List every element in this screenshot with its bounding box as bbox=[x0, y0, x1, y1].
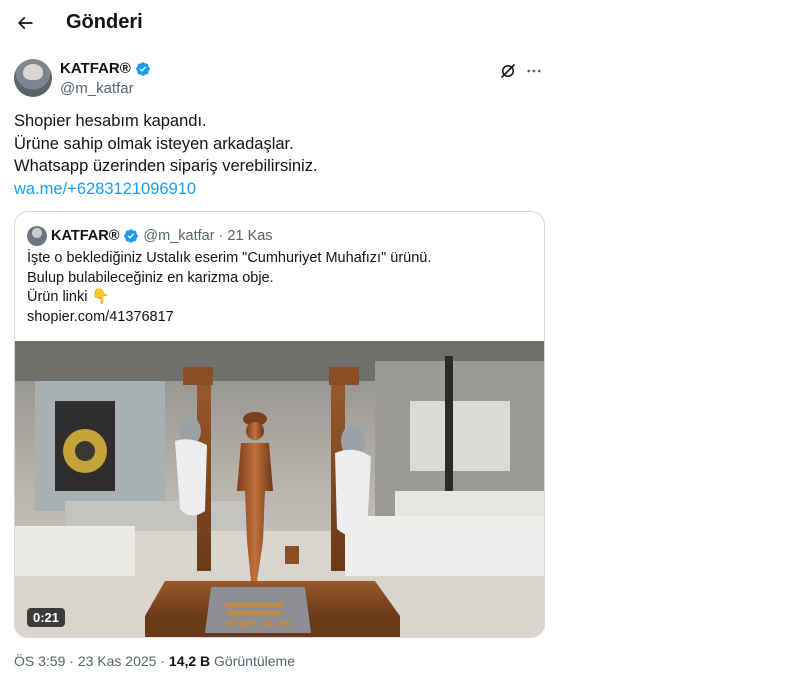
quoted-author-handle: @m_katfar bbox=[143, 228, 215, 244]
quoted-post-header: KATFAR® @m_katfar · 21 Kas bbox=[27, 225, 273, 247]
top-bar: Gönderi bbox=[0, 0, 560, 48]
quoted-text-line: Ürün linki 👇 bbox=[27, 289, 110, 305]
quoted-post-date: 21 Kas bbox=[227, 228, 273, 244]
grok-button[interactable] bbox=[497, 60, 519, 82]
page-title: Gönderi bbox=[66, 11, 143, 33]
verified-badge-icon bbox=[135, 61, 150, 76]
meta-separator: · bbox=[69, 653, 74, 669]
quoted-text-line: Bulup bulabileceğiniz en karizma obje. bbox=[27, 269, 274, 286]
more-options-button[interactable] bbox=[523, 60, 545, 82]
grok-icon bbox=[501, 64, 515, 78]
post-text-line: Ürüne sahip olmak isteyen arkadaşlar. bbox=[14, 134, 294, 153]
whatsapp-link[interactable]: wa.me/+6283121096910 bbox=[14, 178, 545, 201]
video-thumbnail[interactable]: BEDEL OLUR 0:21 bbox=[15, 341, 544, 637]
meta-separator: · bbox=[218, 228, 224, 244]
views-label: Görüntüleme bbox=[214, 653, 295, 669]
post-meta: ÖS 3:59 · 23 Kas 2025 · 14,2 B Görüntüle… bbox=[14, 653, 295, 669]
author-name-row: KATFAR® bbox=[60, 60, 151, 77]
quoted-author-name: KATFAR® bbox=[51, 228, 120, 244]
views-count: 14,2 B bbox=[168, 653, 211, 669]
post-text: Shopier hesabım kapandı. Ürüne sahip olm… bbox=[14, 110, 545, 200]
meta-separator: · bbox=[160, 653, 166, 669]
verified-badge-icon bbox=[124, 229, 139, 243]
author-name[interactable]: KATFAR® bbox=[60, 60, 131, 77]
post-date[interactable]: 23 Kas 2025 bbox=[78, 653, 157, 669]
video-frame-image: BEDEL OLUR bbox=[15, 341, 544, 637]
post-text-line: Shopier hesabım kapandı. bbox=[14, 112, 207, 130]
quoted-post-text: İşte o beklediğiniz Ustalık eserim "Cumh… bbox=[27, 249, 532, 327]
plaque-text: BEDEL OLUR bbox=[226, 619, 292, 630]
post-time[interactable]: ÖS 3:59 bbox=[14, 653, 65, 669]
quoted-link-text: shopier.com/41376817 bbox=[27, 308, 174, 325]
post-text-line: Whatsapp üzerinden sipariş verebilirsini… bbox=[14, 157, 318, 175]
quoted-avatar bbox=[27, 226, 47, 246]
more-horizontal-icon bbox=[527, 69, 541, 73]
post-author: KATFAR® @m_katfar bbox=[14, 59, 545, 99]
back-button[interactable] bbox=[10, 8, 40, 38]
author-handle[interactable]: @m_katfar bbox=[60, 80, 134, 97]
quoted-text-line: İşte o beklediğiniz Ustalık eserim "Cumh… bbox=[27, 250, 432, 266]
quoted-post[interactable]: KATFAR® @m_katfar · 21 Kas İşte o bekled… bbox=[14, 211, 545, 638]
avatar[interactable] bbox=[14, 59, 52, 97]
video-duration-badge: 0:21 bbox=[27, 608, 66, 627]
arrow-left-icon bbox=[17, 16, 33, 30]
